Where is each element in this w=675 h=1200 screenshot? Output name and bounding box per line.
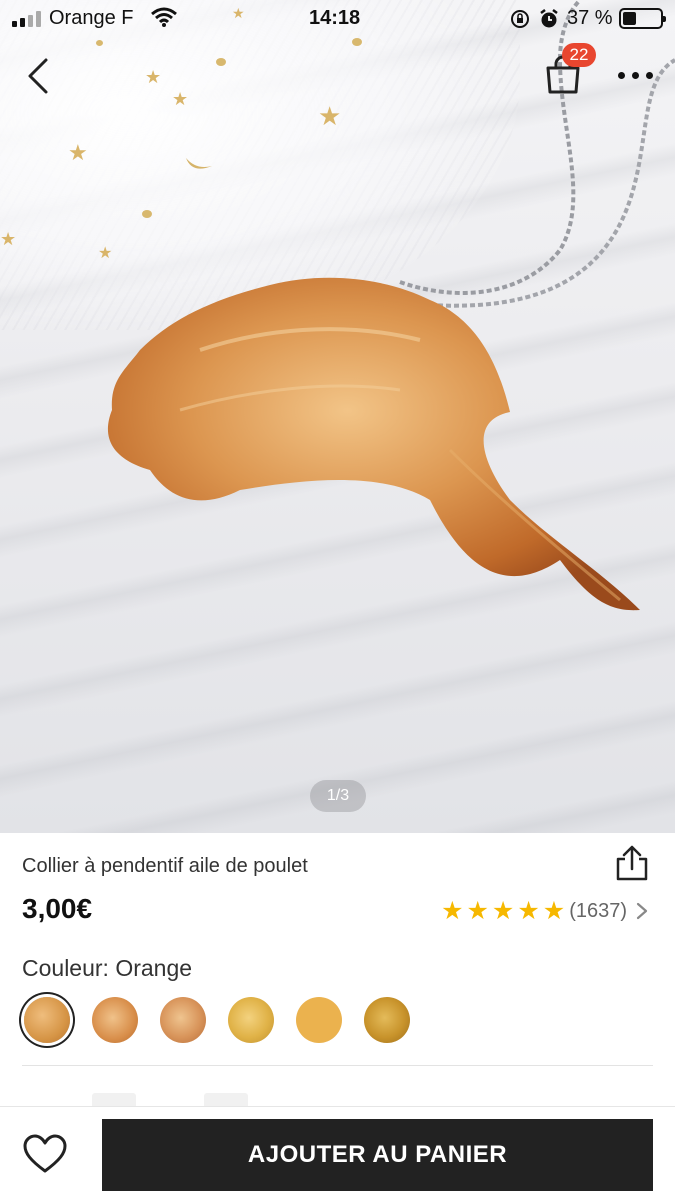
status-bar: Orange F 14:18 37 % bbox=[0, 0, 675, 38]
color-swatch[interactable] bbox=[92, 997, 138, 1043]
color-swatch-selected[interactable] bbox=[24, 997, 70, 1043]
gallery-page-indicator: 1/3 bbox=[310, 780, 366, 812]
add-to-cart-button[interactable]: AJOUTER AU PANIER bbox=[102, 1119, 653, 1191]
star-icon: ★ bbox=[441, 896, 464, 925]
more-options-button[interactable] bbox=[610, 60, 660, 90]
color-swatch[interactable] bbox=[364, 997, 410, 1043]
color-swatch[interactable] bbox=[160, 997, 206, 1043]
signal-icon bbox=[12, 11, 44, 27]
product-title: Collier à pendentif aile de poulet bbox=[22, 855, 308, 877]
clock: 14:18 bbox=[309, 7, 361, 29]
color-label: Couleur: Orange bbox=[22, 955, 193, 981]
star-icon: ★ bbox=[491, 896, 515, 925]
divider bbox=[22, 1065, 653, 1066]
chicken-wing-pendant bbox=[107, 277, 640, 611]
wifi-icon bbox=[151, 7, 177, 27]
product-info: Collier à pendentif aile de poulet 3,00€… bbox=[0, 833, 675, 1108]
star-icon: ★ bbox=[542, 896, 566, 925]
chevron-right-icon bbox=[636, 902, 648, 920]
rating-stars: ★ ★ ★ ★ ★ bbox=[441, 896, 566, 925]
back-icon bbox=[28, 58, 48, 94]
star-icon: ★ bbox=[517, 896, 540, 925]
battery-percent: 37 % bbox=[567, 7, 613, 29]
color-swatch[interactable] bbox=[296, 997, 342, 1043]
bottom-action-bar: AJOUTER AU PANIER bbox=[0, 1106, 675, 1200]
color-swatch[interactable] bbox=[228, 997, 274, 1043]
product-price: 3,00€ bbox=[22, 893, 93, 924]
star-icon: ★ bbox=[466, 896, 489, 925]
color-swatches bbox=[22, 997, 410, 1043]
wishlist-button[interactable] bbox=[22, 1133, 68, 1175]
share-button[interactable] bbox=[612, 843, 652, 883]
orientation-lock-icon bbox=[511, 10, 529, 28]
cart-count-badge: 22 bbox=[562, 43, 596, 67]
back-button[interactable] bbox=[20, 54, 60, 98]
alarm-icon bbox=[540, 9, 558, 28]
carrier-name: Orange F bbox=[49, 7, 134, 29]
product-image-gallery[interactable]: ★ ★ ★ ★ ★ ★ ★ Orange F 14:18 37 % 22 1/3 bbox=[0, 0, 675, 833]
share-icon bbox=[616, 845, 648, 881]
heart-icon bbox=[23, 1134, 67, 1173]
rating-reviews-link[interactable]: ★ ★ ★ ★ ★ (1637) bbox=[441, 897, 649, 925]
review-count: (1637) bbox=[569, 899, 627, 922]
battery-icon bbox=[619, 8, 666, 29]
cart-button[interactable]: 22 bbox=[540, 43, 596, 100]
